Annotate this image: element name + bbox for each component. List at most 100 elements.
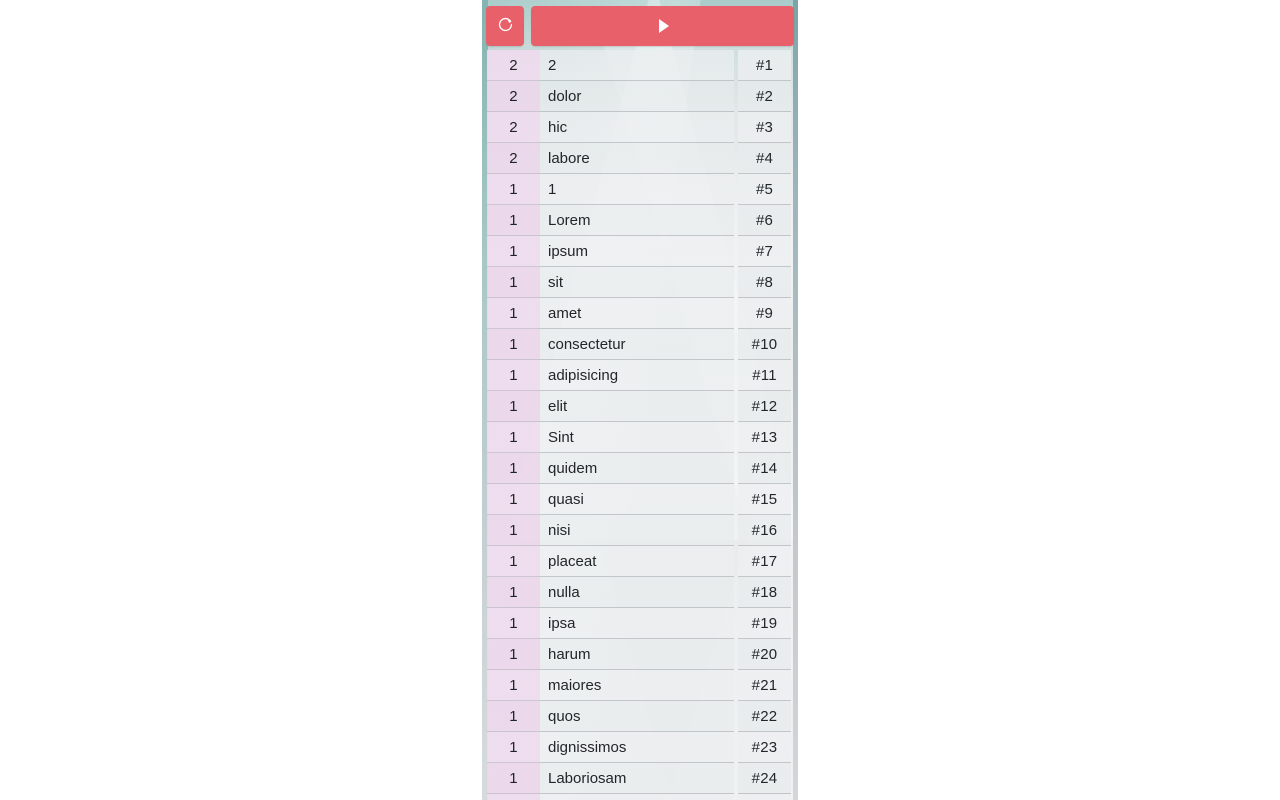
cell-count: 1 [487,422,540,453]
cell-rank: #22 [738,701,791,732]
cell-word: elit [540,391,734,422]
table-row[interactable]: 1 sit #8 [482,267,798,298]
cell-rank: #23 [738,732,791,763]
table-row[interactable]: 1 quos #22 [482,701,798,732]
cell-count: 1 [487,298,540,329]
cell-count: 1 [487,205,540,236]
cell-count: 1 [487,639,540,670]
table-row[interactable]: 1 maiores #21 [482,670,798,701]
cell-count: 2 [487,112,540,143]
cell-rank: #20 [738,639,791,670]
cell-word [540,794,734,800]
cell-word: Sint [540,422,734,453]
table-row[interactable]: 1 nisi #16 [482,515,798,546]
cell-count: 1 [487,174,540,205]
cell-rank: #24 [738,763,791,794]
table-row[interactable]: 1 amet #9 [482,298,798,329]
cell-word: dignissimos [540,732,734,763]
cell-count: 1 [487,453,540,484]
table-row[interactable]: 1 ipsum #7 [482,236,798,267]
table-row[interactable]: 2 labore #4 [482,143,798,174]
cell-count: 1 [487,391,540,422]
cell-count: 1 [487,701,540,732]
table-row[interactable]: 1 elit #12 [482,391,798,422]
cell-rank: #11 [738,360,791,391]
cell-count: 1 [487,515,540,546]
cell-word: nisi [540,515,734,546]
table-row[interactable]: 1 harum #20 [482,639,798,670]
cell-count: 1 [487,763,540,794]
cell-count: 1 [487,670,540,701]
refresh-circular-arrow-icon [497,16,514,36]
cell-rank: #5 [738,174,791,205]
cell-rank: #6 [738,205,791,236]
cell-word: quasi [540,484,734,515]
cell-rank: #9 [738,298,791,329]
cell-count [487,794,540,800]
cell-rank: #8 [738,267,791,298]
cell-rank: #7 [738,236,791,267]
table-row[interactable]: 1 1 #5 [482,174,798,205]
cell-word: consectetur [540,329,734,360]
cell-count: 2 [487,81,540,112]
table-row[interactable]: 1 placeat #17 [482,546,798,577]
table-row[interactable]: 1 quidem #14 [482,453,798,484]
cell-word: ipsum [540,236,734,267]
cell-rank: #10 [738,329,791,360]
cell-count: 1 [487,732,540,763]
cell-rank: #13 [738,422,791,453]
cell-word: nulla [540,577,734,608]
cell-rank: #3 [738,112,791,143]
cell-word: labore [540,143,734,174]
table-row[interactable]: 1 consectetur #10 [482,329,798,360]
cell-rank: #17 [738,546,791,577]
table-row[interactable]: 1 adipisicing #11 [482,360,798,391]
cell-word: Lorem [540,205,734,236]
table-row[interactable]: 1 Laboriosam #24 [482,763,798,794]
table-row[interactable]: 1 quasi #15 [482,484,798,515]
table-row[interactable]: 1 dignissimos #23 [482,732,798,763]
cell-word: quos [540,701,734,732]
table-row[interactable]: 2 2 #1 [482,50,798,81]
cell-count: 2 [487,50,540,81]
cell-rank: #18 [738,577,791,608]
cell-rank: #15 [738,484,791,515]
table-row[interactable]: 2 hic #3 [482,112,798,143]
cell-rank [738,794,791,800]
cell-rank: #14 [738,453,791,484]
play-button[interactable] [531,6,794,46]
cell-word: Laboriosam [540,763,734,794]
cell-count: 1 [487,608,540,639]
cell-rank: #12 [738,391,791,422]
cell-word: maiores [540,670,734,701]
cell-word: 1 [540,174,734,205]
cell-count: 1 [487,267,540,298]
cell-word: harum [540,639,734,670]
cell-rank: #19 [738,608,791,639]
app-frame: 2 2 #1 2 dolor #2 2 hic #3 2 labore #4 1 1 #5 1 Lorem #6 1… [482,0,798,800]
cell-word: placeat [540,546,734,577]
cell-count: 1 [487,236,540,267]
content-area: 2 2 #1 2 dolor #2 2 hic #3 2 labore #4 1 1 #5 1 Lorem #6 1… [482,0,798,800]
table-row[interactable]: 1 Lorem #6 [482,205,798,236]
cell-count: 1 [487,577,540,608]
cell-word: amet [540,298,734,329]
cell-word: adipisicing [540,360,734,391]
cell-rank: #1 [738,50,791,81]
cell-word: ipsa [540,608,734,639]
cell-count: 1 [487,360,540,391]
cell-rank: #4 [738,143,791,174]
table-row[interactable] [482,794,798,800]
table-row[interactable]: 1 ipsa #19 [482,608,798,639]
table-row[interactable]: 2 dolor #2 [482,81,798,112]
table-row[interactable]: 1 nulla #18 [482,577,798,608]
refresh-button[interactable] [486,6,524,46]
cell-rank: #21 [738,670,791,701]
play-triangle-icon [659,19,669,33]
cell-word: dolor [540,81,734,112]
cell-count: 1 [487,484,540,515]
toolbar [486,6,794,46]
cell-word: 2 [540,50,734,81]
cell-rank: #2 [738,81,791,112]
table-row[interactable]: 1 Sint #13 [482,422,798,453]
